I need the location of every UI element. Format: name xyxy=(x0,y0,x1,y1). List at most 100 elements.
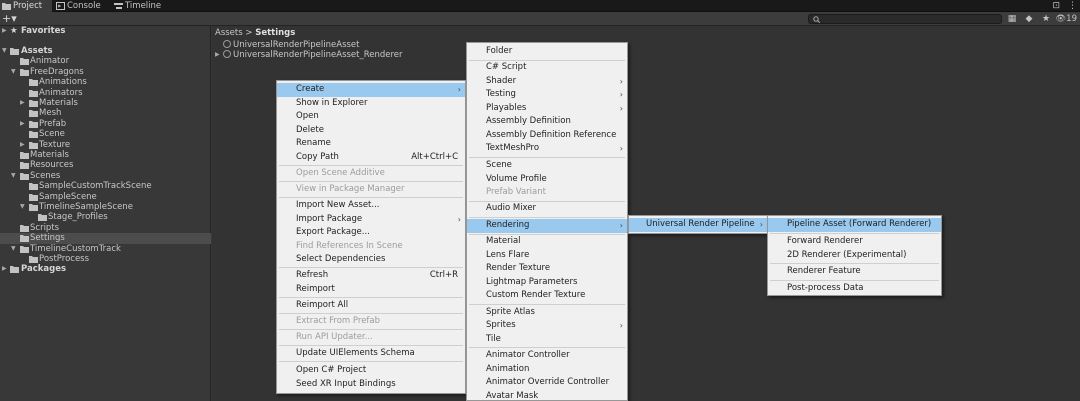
menu-item-assembly-definition[interactable]: Assembly Definition xyxy=(467,115,627,129)
tree-item-materials[interactable]: ▶ Materials xyxy=(0,98,211,108)
menu-item-2d-renderer[interactable]: 2D Renderer (Experimental) xyxy=(768,249,941,263)
menu-item-refresh[interactable]: Refresh Ctrl+R xyxy=(277,269,465,283)
favorite-star-icon[interactable]: ★ xyxy=(1041,14,1051,24)
menu-item-update-uielements-schema[interactable]: Update UIElements Schema xyxy=(277,347,465,361)
menu-item-export-package[interactable]: Export Package... xyxy=(277,226,465,240)
menu-item-rendering[interactable]: Rendering › xyxy=(467,219,627,233)
menu-item-reimport[interactable]: Reimport xyxy=(277,283,465,297)
tree-assets[interactable]: ▼ Assets xyxy=(0,46,211,56)
tree-item-label: PostProcess xyxy=(39,254,90,264)
menu-item-playables[interactable]: Playables › xyxy=(467,102,627,116)
menu-item-pipeline-asset[interactable]: Pipeline Asset (Forward Renderer) xyxy=(768,218,941,232)
menu-item-animator-override-controller[interactable]: Animator Override Controller xyxy=(467,376,627,390)
menu-item-forward-renderer[interactable]: Forward Renderer xyxy=(768,235,941,249)
menu-item-show-in-explorer[interactable]: Show in Explorer xyxy=(277,97,465,111)
menu-item-select-dependencies[interactable]: Select Dependencies xyxy=(277,253,465,267)
menu-item-sprite-atlas[interactable]: Sprite Atlas xyxy=(467,306,627,320)
menu-item-audio-mixer[interactable]: Audio Mixer xyxy=(467,202,627,216)
asset-item[interactable]: ▶ UniversalRenderPipelineAsset_Renderer xyxy=(215,50,403,60)
expand-arrow-icon[interactable]: ▶ xyxy=(215,50,220,60)
menu-item-reimport-all[interactable]: Reimport All xyxy=(277,299,465,313)
asset-item-label: UniversalRenderPipelineAsset xyxy=(233,40,360,50)
tree-item-resources[interactable]: Resources xyxy=(0,160,211,170)
menu-item-shader[interactable]: Shader › xyxy=(467,75,627,89)
menu-item-create[interactable]: Create › xyxy=(277,83,465,97)
tab-console-label: Console xyxy=(67,1,101,11)
tree-item-mesh[interactable]: Mesh xyxy=(0,108,211,118)
menu-item-assembly-definition-reference[interactable]: Assembly Definition Reference xyxy=(467,129,627,143)
filter-by-type-icon[interactable]: ▦ xyxy=(1007,14,1017,24)
tree-item-postprocess[interactable]: PostProcess xyxy=(0,254,211,264)
search-input[interactable] xyxy=(808,14,1002,24)
breadcrumb-root[interactable]: Assets xyxy=(215,28,243,38)
expand-arrow-icon[interactable]: ▶ xyxy=(20,98,26,108)
menu-item-rename[interactable]: Rename xyxy=(277,137,465,151)
menu-item-tile[interactable]: Tile xyxy=(467,333,627,347)
menu-item-render-texture[interactable]: Render Texture xyxy=(467,262,627,276)
tree-item-timelinecustomtrack[interactable]: ▼ TimelineCustomTrack xyxy=(0,244,211,254)
menu-item-material[interactable]: Material xyxy=(467,235,627,249)
submenu-arrow-icon: › xyxy=(619,90,623,99)
menu-item-csharp-script[interactable]: C# Script xyxy=(467,61,627,75)
tree-item-timelinesamplescene[interactable]: ▼ TimelineSampleScene xyxy=(0,202,211,212)
tree-favorites[interactable]: ▶ ★ Favorites xyxy=(0,26,211,36)
tab-timeline[interactable]: Timeline xyxy=(112,0,168,12)
menu-item-animation[interactable]: Animation xyxy=(467,363,627,377)
expand-arrow-icon[interactable]: ▶ xyxy=(2,264,8,274)
collapse-arrow-icon[interactable]: ▼ xyxy=(11,244,17,254)
tree-item-scripts[interactable]: Scripts xyxy=(0,223,211,233)
menu-item-avatar-mask[interactable]: Avatar Mask xyxy=(467,390,627,401)
collapse-arrow-icon[interactable]: ▼ xyxy=(11,171,17,181)
menu-item-animator-controller[interactable]: Animator Controller xyxy=(467,349,627,363)
collapse-arrow-icon[interactable]: ▼ xyxy=(11,67,17,77)
tab-console[interactable]: Console xyxy=(54,0,108,12)
breadcrumb-current[interactable]: Settings xyxy=(255,28,295,38)
tree-item-animator[interactable]: Animator xyxy=(0,56,211,66)
tree-packages[interactable]: ▶ Packages xyxy=(0,264,211,274)
console-icon xyxy=(56,2,65,10)
menu-icon[interactable]: ⋮ xyxy=(1068,1,1077,11)
menu-item-delete[interactable]: Delete xyxy=(277,124,465,138)
expand-arrow-icon[interactable]: ▶ xyxy=(2,26,8,36)
tree-item-samplecustomtrackscene[interactable]: SampleCustomTrackScene xyxy=(0,181,211,191)
menu-item-renderer-feature[interactable]: Renderer Feature xyxy=(768,265,941,279)
menu-item-lens-flare[interactable]: Lens Flare xyxy=(467,249,627,263)
filter-by-label-icon[interactable]: ◆ xyxy=(1024,14,1034,24)
tree-item-scenes[interactable]: ▼ Scenes xyxy=(0,171,211,181)
menu-item-import-package[interactable]: Import Package › xyxy=(277,213,465,227)
lock-icon[interactable]: ⊡ xyxy=(1052,1,1060,11)
tree-item-scene[interactable]: Scene xyxy=(0,129,211,139)
asset-item[interactable]: UniversalRenderPipelineAsset xyxy=(215,40,359,50)
expand-arrow-icon[interactable]: ▶ xyxy=(20,119,26,129)
collapse-arrow-icon[interactable]: ▼ xyxy=(20,202,26,212)
menu-item-testing[interactable]: Testing › xyxy=(467,88,627,102)
menu-item-open-csharp-project[interactable]: Open C# Project xyxy=(277,364,465,378)
tree-item-animators[interactable]: Animators xyxy=(0,88,211,98)
hidden-packages-count[interactable]: 👁19 xyxy=(1055,13,1077,25)
menu-item-textmeshpro[interactable]: TextMeshPro › xyxy=(467,142,627,156)
menu-item-scene[interactable]: Scene xyxy=(467,159,627,173)
create-dropdown-button[interactable]: +▾ xyxy=(2,12,17,26)
tree-item-texture[interactable]: ▶ Texture xyxy=(0,140,211,150)
menu-item-post-process-data[interactable]: Post-process Data xyxy=(768,282,941,296)
tree-item-freedragons[interactable]: ▼ FreeDragons xyxy=(0,67,211,77)
menu-item-universal-render-pipeline[interactable]: Universal Render Pipeline › xyxy=(629,218,767,232)
tree-item-stage-profiles[interactable]: Stage_Profiles xyxy=(0,212,211,222)
menu-item-volume-profile[interactable]: Volume Profile xyxy=(467,173,627,187)
menu-item-open[interactable]: Open xyxy=(277,110,465,124)
menu-item-lightmap-parameters[interactable]: Lightmap Parameters xyxy=(467,276,627,290)
tree-item-materials-root[interactable]: Materials xyxy=(0,150,211,160)
menu-item-seed-xr-input-bindings[interactable]: Seed XR Input Bindings xyxy=(277,378,465,392)
menu-item-import-new-asset[interactable]: Import New Asset... xyxy=(277,199,465,213)
tree-item-animations[interactable]: Animations xyxy=(0,77,211,87)
menu-item-folder[interactable]: Folder xyxy=(467,45,627,59)
tree-item-prefab[interactable]: ▶ Prefab xyxy=(0,119,211,129)
expand-arrow-icon[interactable]: ▶ xyxy=(20,140,26,150)
collapse-arrow-icon[interactable]: ▼ xyxy=(2,46,8,56)
menu-item-sprites[interactable]: Sprites › xyxy=(467,319,627,333)
menu-item-copy-path[interactable]: Copy Path Alt+Ctrl+C xyxy=(277,151,465,165)
menu-item-custom-render-texture[interactable]: Custom Render Texture xyxy=(467,289,627,303)
tree-item-samplescene[interactable]: SampleScene xyxy=(0,192,211,202)
tab-project[interactable]: Project xyxy=(0,0,52,12)
tree-item-settings[interactable]: Settings xyxy=(0,233,211,244)
